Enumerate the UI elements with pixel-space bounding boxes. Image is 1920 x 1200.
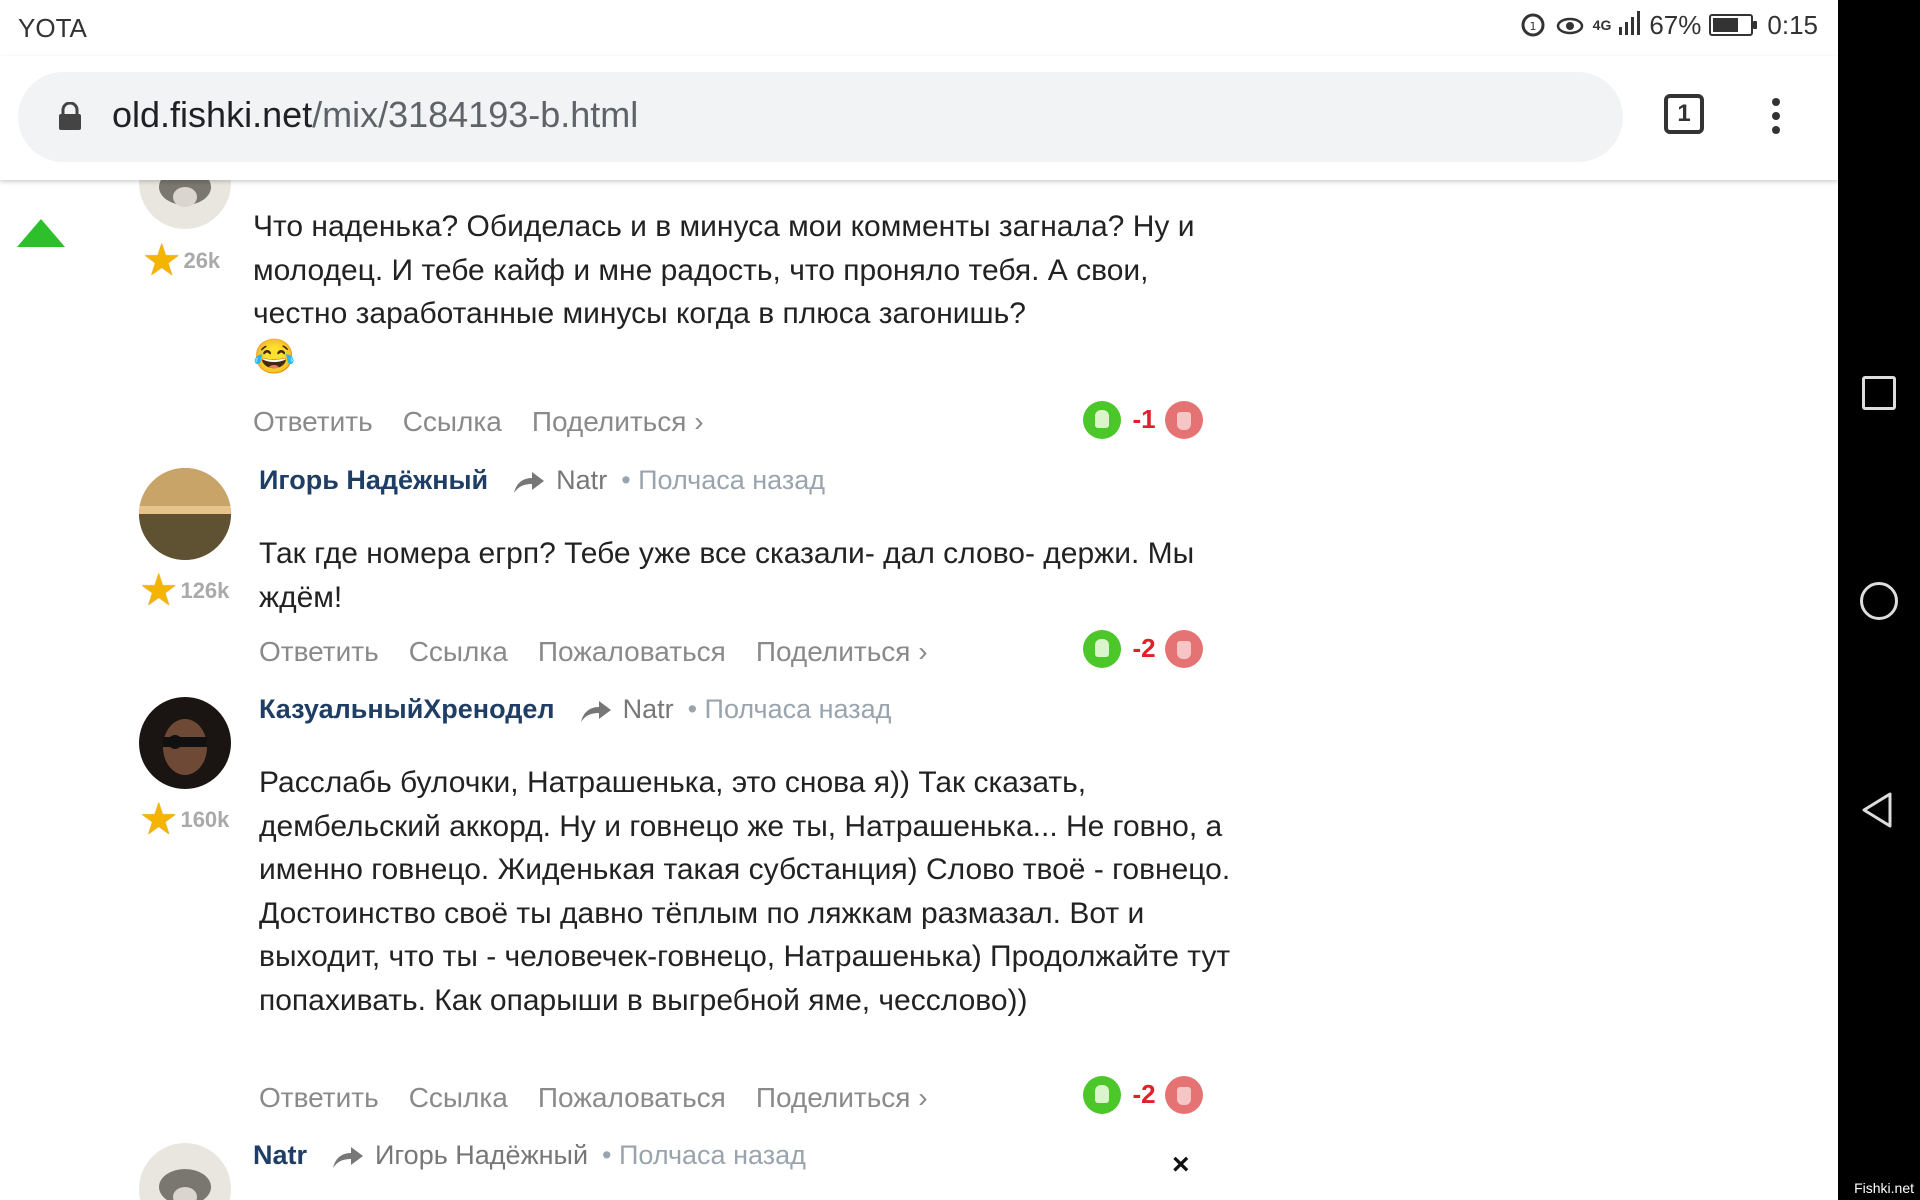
- nav-back-icon[interactable]: [1858, 790, 1898, 830]
- battery-icon: [1709, 14, 1758, 36]
- watermark: Fishki.net: [1854, 1180, 1914, 1196]
- laughing-emoji-icon: 😂: [253, 337, 296, 376]
- thumb-down-icon[interactable]: [1165, 1076, 1203, 1114]
- url-host: old.fishki.net: [112, 94, 313, 135]
- comment-header: Игорь Надёжный Natr • Полчаса назад: [259, 465, 825, 496]
- vote-widget: -2: [1083, 1076, 1203, 1114]
- vote-score: -1: [1132, 404, 1156, 434]
- android-nav-bar: Fishki.net: [1838, 0, 1920, 1200]
- lock-icon: [58, 101, 82, 130]
- report-link[interactable]: Пожаловаться: [538, 636, 726, 668]
- vote-widget: -1: [1083, 401, 1203, 439]
- vote-score: -2: [1132, 1079, 1156, 1109]
- browser-toolbar: old.fishki.net/mix/3184193-b.html 1: [0, 56, 1838, 180]
- reply-to-user[interactable]: Игорь Надёжный: [375, 1140, 588, 1171]
- author-name[interactable]: КазуальныйХренодел: [259, 694, 555, 725]
- star-icon: ★: [142, 236, 182, 285]
- comment-text: Так где номера егрп? Тебе уже все сказал…: [259, 537, 1195, 614]
- status-icons: 1 4G 67% 0:15: [1519, 11, 1818, 39]
- comment-time: • Полчаса назад: [602, 1140, 806, 1170]
- thumb-down-icon[interactable]: [1165, 401, 1203, 439]
- network-type-label: 4G: [1592, 17, 1612, 33]
- comment-time: • Полчаса назад: [621, 465, 826, 495]
- reply-arrow-icon: [580, 699, 611, 722]
- thumb-up-icon[interactable]: [1083, 1076, 1121, 1114]
- star-icon: ★: [139, 566, 179, 615]
- data-saver-icon: 1: [1519, 11, 1547, 39]
- vote-widget: -2: [1083, 630, 1203, 668]
- author-name[interactable]: Natr: [253, 1140, 307, 1171]
- svg-text:1: 1: [1529, 20, 1536, 33]
- more-vert-icon[interactable]: [1762, 98, 1790, 138]
- avatar[interactable]: [139, 180, 231, 229]
- reply-link[interactable]: Ответить: [253, 406, 373, 438]
- thumb-down-icon[interactable]: [1165, 630, 1203, 668]
- author-name[interactable]: Игорь Надёжный: [259, 465, 488, 496]
- status-bar: YOTA 1 4G 67% 0:15: [0, 0, 1838, 56]
- share-link[interactable]: Поделиться ›: [756, 1082, 928, 1114]
- comments-page: ★ 26k Что наденька? Обиделась и в минуса…: [0, 180, 1838, 1200]
- avatar[interactable]: [139, 697, 231, 789]
- user-rating: ★ 26k: [142, 236, 221, 285]
- eye-comfort-icon: [1555, 11, 1585, 39]
- nav-recent-icon[interactable]: [1862, 376, 1896, 410]
- user-rating: ★ 160k: [139, 795, 230, 844]
- reply-link[interactable]: Ответить: [259, 1082, 379, 1114]
- user-rating: ★ 126k: [139, 566, 230, 615]
- carrier-label: YOTA: [18, 13, 87, 43]
- reply-link[interactable]: Ответить: [259, 636, 379, 668]
- avatar[interactable]: [139, 1143, 231, 1200]
- url-text[interactable]: old.fishki.net/mix/3184193-b.html: [112, 94, 638, 136]
- thumb-up-icon[interactable]: [1083, 401, 1121, 439]
- avatar[interactable]: [139, 468, 231, 560]
- reply-arrow-icon: [514, 470, 545, 493]
- thumb-up-icon[interactable]: [1083, 630, 1121, 668]
- comment-text: Расслабь булочки, Натрашенька, это снова…: [259, 766, 1231, 1017]
- address-bar[interactable]: old.fishki.net/mix/3184193-b.html: [18, 72, 1623, 162]
- tab-switcher-icon[interactable]: 1: [1664, 94, 1704, 134]
- permalink-link[interactable]: Ссылка: [403, 406, 502, 438]
- reply-arrow-icon: [333, 1145, 364, 1168]
- comment-text: Что наденька? Обиделась и в минуса мои к…: [253, 210, 1195, 376]
- share-link[interactable]: Поделиться ›: [532, 406, 704, 438]
- close-icon[interactable]: ×: [1172, 1148, 1190, 1182]
- battery-percent: 67%: [1649, 10, 1702, 40]
- comment-actions: Ответить Ссылка Пожаловаться Поделиться …: [259, 1082, 958, 1114]
- comment-actions: Ответить Ссылка Поделиться ›: [253, 406, 734, 438]
- battery-fill: [1713, 18, 1738, 32]
- reply-to-user[interactable]: Natr: [556, 465, 607, 496]
- nav-home-icon[interactable]: [1860, 582, 1898, 620]
- scroll-top-icon[interactable]: [17, 219, 65, 247]
- report-link[interactable]: Пожаловаться: [538, 1082, 726, 1114]
- signal-icon: [1619, 11, 1641, 39]
- url-path: /mix/3184193-b.html: [312, 94, 639, 135]
- reply-to-user[interactable]: Natr: [623, 694, 674, 725]
- browser-screen: YOTA 1 4G 67% 0:15 old.fishki.net/mix/31…: [0, 0, 1838, 1200]
- comment-header: КазуальныйХренодел Natr • Полчаса назад: [259, 694, 891, 725]
- star-icon: ★: [139, 795, 179, 844]
- permalink-link[interactable]: Ссылка: [409, 1082, 508, 1114]
- comment-header: Natr Игорь Надёжный • Полчаса назад: [253, 1140, 806, 1171]
- permalink-link[interactable]: Ссылка: [409, 636, 508, 668]
- clock: 0:15: [1767, 10, 1818, 40]
- vote-score: -2: [1132, 633, 1156, 663]
- comment-actions: Ответить Ссылка Пожаловаться Поделиться …: [259, 636, 958, 668]
- share-link[interactable]: Поделиться ›: [756, 636, 928, 668]
- comment-time: • Полчаса назад: [687, 694, 892, 724]
